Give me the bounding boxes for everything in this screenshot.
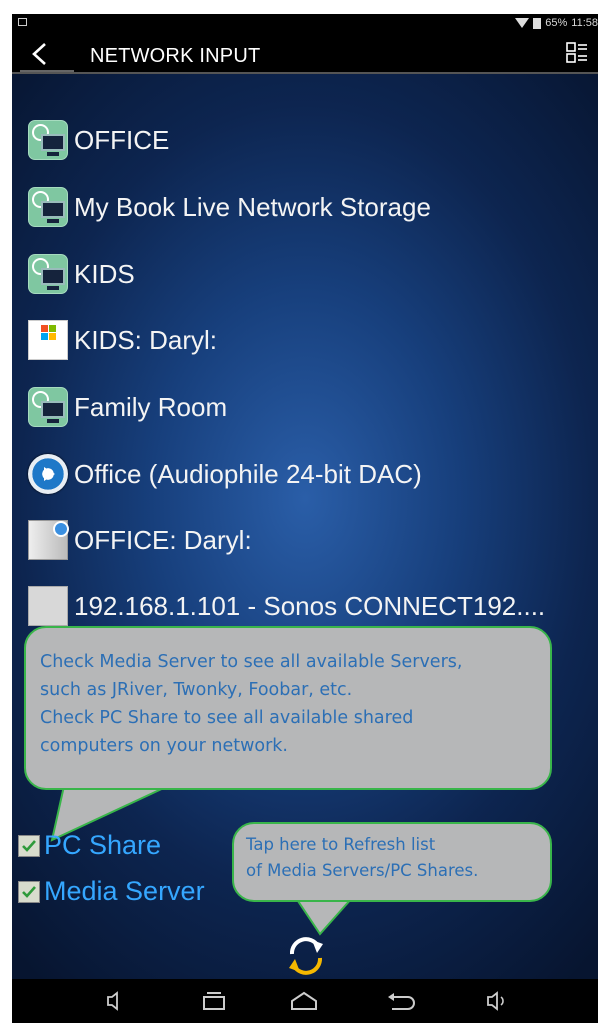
checkmark-icon [22, 885, 36, 898]
battery-icon [533, 17, 542, 29]
generic-device-icon [28, 586, 68, 626]
checkmark-icon [22, 839, 36, 852]
clock: 11:58 [571, 17, 598, 29]
network-computer-icon [28, 254, 68, 294]
status-bar: 65% 11:58 [12, 14, 598, 34]
volume-down-icon[interactable] [98, 987, 130, 1015]
list-item[interactable]: OFFICE: Daryl: [28, 516, 598, 564]
notification-icon [18, 18, 27, 26]
recent-apps-icon[interactable] [198, 987, 230, 1015]
back-divider [20, 70, 74, 72]
list-item[interactable]: 192.168.1.101 - Sonos CONNECT192.... [28, 582, 598, 630]
list-item[interactable]: Family Room [28, 383, 598, 431]
network-computer-icon [28, 187, 68, 227]
callout-line: of Media Servers/PC Shares. [246, 861, 479, 880]
navigation-bar [12, 979, 598, 1023]
media-server-tower-icon [28, 520, 69, 560]
checkbox-box[interactable] [18, 834, 40, 857]
windows-media-icon [28, 320, 68, 360]
back-nav-icon[interactable] [384, 987, 416, 1015]
list-item[interactable]: KIDS: Daryl: [28, 316, 598, 364]
status-right: 65% 11:58 [515, 17, 598, 29]
list-item[interactable]: KIDS [28, 250, 598, 298]
refresh-help-callout: Tap here to Refresh list of Media Server… [232, 822, 552, 902]
list-item-label: Office (Audiophile 24-bit DAC) [74, 458, 422, 489]
list-item-label: Family Room [74, 391, 228, 422]
media-server-label: Media Server [44, 876, 205, 906]
checkbox-box[interactable] [18, 880, 40, 903]
callout-line: Tap here to Refresh list [246, 835, 436, 854]
callout-line: Check Media Server to see all available … [40, 652, 463, 672]
list-item[interactable]: My Book Live Network Storage [28, 183, 598, 231]
filter-help-callout: Check Media Server to see all available … [24, 626, 552, 790]
media-disc-icon [28, 454, 68, 494]
list-item[interactable]: OFFICE [28, 116, 598, 164]
page-title: NETWORK INPUT [90, 45, 261, 67]
device-screen: 65% 11:58 NETWORK INPUT OFFICE My Book L… [12, 14, 598, 1023]
list-item-label: KIDS: Daryl: [74, 324, 218, 355]
callout-tail [294, 898, 354, 936]
list-view-icon[interactable] [566, 42, 588, 64]
callout-line: such as JRiver, Twonky, Foobar, etc. [40, 680, 353, 700]
list-item[interactable]: Office (Audiophile 24-bit DAC) [28, 450, 598, 498]
media-server-checkbox[interactable]: Media Server [18, 876, 205, 907]
action-bar: NETWORK INPUT [12, 34, 598, 74]
back-arrow-icon[interactable] [30, 42, 50, 66]
list-item-label: 192.168.1.101 - Sonos CONNECT192.... [74, 590, 546, 621]
wifi-icon [515, 18, 530, 28]
list-item-label: My Book Live Network Storage [74, 191, 431, 222]
home-icon[interactable] [288, 987, 320, 1015]
callout-line: Check PC Share to see all available shar… [40, 708, 414, 728]
list-item-label: OFFICE [74, 124, 170, 155]
callout-line: computers on your network. [40, 736, 288, 756]
list-item-label: OFFICE: Daryl: [74, 524, 252, 555]
pc-share-label: PC Share [44, 830, 162, 860]
network-computer-icon [28, 387, 68, 427]
network-computer-icon [28, 120, 68, 160]
pc-share-checkbox[interactable]: PC Share [18, 830, 161, 861]
battery-level: 65% [545, 17, 568, 29]
volume-up-icon[interactable] [480, 987, 512, 1015]
refresh-icon[interactable] [284, 934, 328, 978]
list-item-label: KIDS [74, 258, 135, 289]
